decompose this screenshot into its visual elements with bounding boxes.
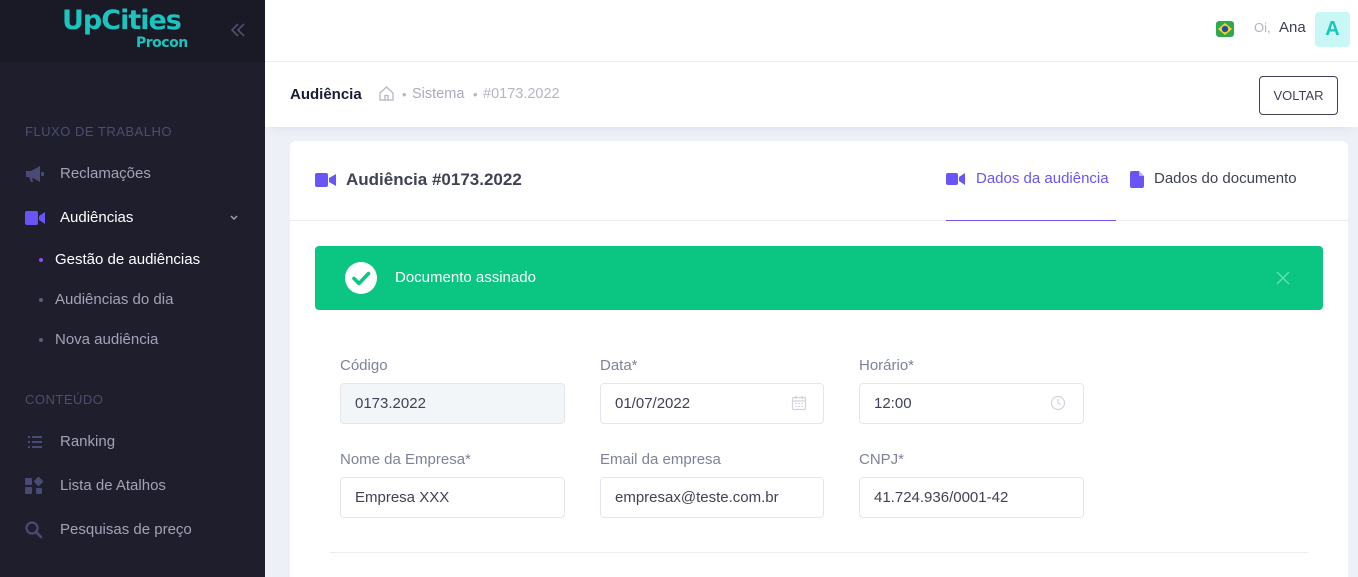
section-title-fluxo: FLUXO DE TRABALHO [25, 124, 172, 139]
sidebar-subitem-label: Audiências do dia [55, 291, 174, 308]
sidebar-item-pesquisas[interactable]: Pesquisas de preço [0, 510, 265, 550]
sidebar-item-ranking[interactable]: Ranking [0, 422, 265, 462]
breadcrumb-separator: • [402, 87, 407, 102]
cnpj-field[interactable] [859, 477, 1084, 518]
tab-label: Dados do documento [1154, 170, 1297, 187]
chevron-down-icon [230, 215, 238, 220]
horario-label: Horário* [859, 357, 915, 374]
page-title: Audiência [290, 86, 362, 103]
sidebar-item-label: Audiências [60, 209, 134, 226]
sidebar-item-label: Ranking [60, 433, 116, 450]
date-field[interactable] [600, 383, 824, 424]
sidebar-item-label: Reclamações [60, 165, 151, 182]
bullet-dot [39, 258, 43, 262]
logo[interactable]: UpCities Procon [62, 5, 188, 52]
email-label: Email da empresa [600, 451, 721, 468]
avatar[interactable]: A [1315, 12, 1350, 47]
sidebar-item-reclamacoes[interactable]: Reclamações [0, 154, 265, 194]
brand-area: UpCities Procon [0, 0, 265, 62]
breadcrumb-item-current: #0173.2022 [483, 86, 560, 102]
brazil-flag-icon[interactable] [1216, 21, 1234, 37]
sidebar-item-label: Pesquisas de preço [60, 521, 192, 538]
data-label: Data* [600, 357, 638, 374]
shortcuts-icon [25, 477, 44, 494]
sidebar-subitem-label: Gestão de audiências [55, 251, 201, 268]
time-field[interactable] [859, 383, 1084, 424]
video-camera-icon [946, 173, 965, 185]
alert-message: Documento assinado [395, 269, 536, 286]
card-header: Audiência #0173.2022 Dados da audiência … [290, 141, 1348, 221]
breadcrumb-separator: • [473, 87, 478, 102]
bullet-dot [39, 338, 43, 342]
sidebar-item-atalhos[interactable]: Lista de Atalhos [0, 466, 265, 506]
sidebar-item-audiencias[interactable]: Audiências [0, 198, 265, 238]
card-title: Audiência #0173.2022 [346, 170, 522, 189]
sidebar-item-label: Lista de Atalhos [60, 477, 166, 494]
sidebar-subitem-label: Nova audiência [55, 331, 159, 348]
company-name-field[interactable] [340, 477, 565, 518]
document-icon [1130, 171, 1144, 188]
check-circle-icon [345, 262, 377, 294]
breadcrumb-item-sistema[interactable]: Sistema [412, 86, 464, 102]
subheader: Audiência • Sistema • #0173.2022 VOLTAR [265, 62, 1358, 127]
main-card: Audiência #0173.2022 Dados da audiência … [290, 141, 1348, 577]
codigo-label: Código [340, 357, 388, 374]
divider [330, 552, 1308, 553]
back-button[interactable]: VOLTAR [1259, 76, 1338, 115]
bullet-dot [39, 298, 43, 302]
list-icon [28, 436, 42, 448]
sidebar: UpCities Procon FLUXO DE TRABALHO Reclam… [0, 0, 265, 577]
sidebar-subitem-nova[interactable]: Nova audiência [0, 323, 265, 357]
cnpj-label: CNPJ* [859, 451, 905, 468]
home-icon[interactable] [378, 85, 395, 102]
logo-sub: Procon [136, 35, 188, 51]
success-alert: Documento assinado [315, 246, 1323, 310]
close-icon[interactable] [1275, 270, 1291, 286]
tab-dados-audiencia[interactable]: Dados da audiência [946, 141, 1116, 221]
tab-dados-documento[interactable]: Dados do documento [1130, 141, 1310, 221]
empresa-label: Nome da Empresa* [340, 451, 471, 468]
company-email-field[interactable] [600, 477, 824, 518]
video-camera-icon [315, 173, 336, 187]
tab-label: Dados da audiência [976, 170, 1109, 187]
megaphone-icon [26, 166, 44, 182]
video-camera-icon [25, 211, 45, 225]
greeting-text: Oi, [1254, 20, 1271, 35]
section-title-conteudo: CONTEÚDO [25, 392, 104, 407]
sidebar-subitem-dia[interactable]: Audiências do dia [0, 283, 265, 317]
collapse-sidebar-icon[interactable] [228, 19, 248, 41]
top-header: Oi, Ana A [265, 0, 1358, 62]
search-icon [25, 521, 43, 539]
codigo-field[interactable] [340, 383, 565, 424]
user-name[interactable]: Ana [1279, 19, 1306, 36]
sidebar-subitem-gestao[interactable]: Gestão de audiências [0, 243, 265, 277]
logo-name: UpCities [62, 5, 182, 36]
